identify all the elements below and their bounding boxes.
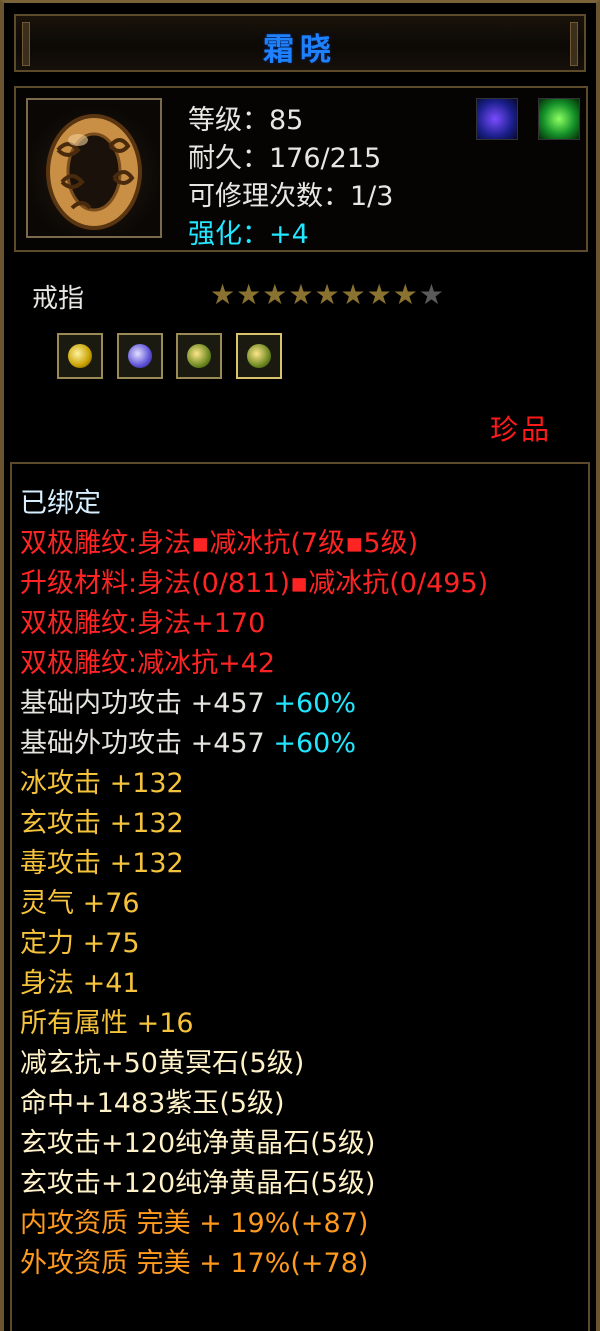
star-icon: ★ [340, 278, 367, 311]
attribute-line: 毒攻击 +132 [20, 848, 184, 879]
attribute-line: 所有属性 +16 [20, 1008, 194, 1039]
attribute-line: 玄攻击 +132 [20, 808, 184, 839]
gem-line: 玄攻击+120纯净黄晶石(5级) [20, 1128, 376, 1159]
rarity-label: 珍品 [489, 413, 552, 446]
green-dragon-buff-icon [538, 98, 580, 140]
attribute-line: 身法 +41 [20, 968, 140, 999]
attribute-line: 冰攻击 +132 [20, 768, 184, 799]
star-icon: ★ [210, 278, 237, 311]
attribute-line: 灵气 +76 [20, 888, 140, 919]
star-empty-icon: ★ [418, 278, 445, 311]
base-outer-bonus: +60% [273, 728, 356, 759]
gem-line: 命中+1483紫玉(5级) [20, 1088, 285, 1119]
engrave-summary: 双极雕纹:身法▪减冰抗(7级▪5级) [20, 528, 419, 559]
purple-gem-icon[interactable] [117, 333, 163, 379]
green-gold-gem-icon[interactable] [176, 333, 222, 379]
base-attack-line: 基础外功攻击 +457 +60% [20, 724, 580, 764]
quality-line: 外攻资质 完美 + 17%(+78) [20, 1248, 369, 1279]
gem-line: 减玄抗+50黄冥石(5级) [20, 1048, 305, 1079]
star-icon: ★ [262, 278, 289, 311]
attribute-list: 已绑定 双极雕纹:身法▪减冰抗(7级▪5级) 升级材料:身法(0/811)▪减冰… [20, 484, 580, 1284]
item-name: 霜晓 [263, 32, 337, 68]
star-icon: ★ [392, 278, 419, 311]
item-type: 戒指 [32, 284, 85, 314]
attribute-line: 定力 +75 [20, 928, 140, 959]
base-inner-bonus: +60% [273, 688, 356, 719]
star-icon: ★ [366, 278, 393, 311]
green-gold-gem-icon[interactable] [236, 333, 282, 379]
yellow-gem-icon[interactable] [57, 333, 103, 379]
title-bar: 霜晓 [14, 14, 586, 72]
upgrade-material: 升级材料:身法(0/811)▪减冰抗(0/495) [20, 568, 489, 599]
level-text: 等级：85 [188, 105, 304, 136]
engrave-line: 双极雕纹:减冰抗+42 [20, 648, 276, 679]
quality-line: 内攻资质 完美 + 19%(+87) [20, 1208, 369, 1239]
star-icon: ★ [314, 278, 341, 311]
star-icon: ★ [236, 278, 263, 311]
gem-line: 玄攻击+120纯净黄晶石(5级) [20, 1168, 376, 1199]
base-inner-attack: 基础内功攻击 +457 [20, 688, 265, 719]
item-header-panel: 等级：85 耐久：176/215 可修理次数：1/3 强化：+4 [14, 86, 588, 252]
star-icon: ★ [288, 278, 315, 311]
star-rating: ★★★★★★★★★ [210, 278, 445, 311]
base-attack-line: 基础内功攻击 +457 +60% [20, 684, 580, 724]
enhance-text: 强化：+4 [188, 219, 309, 250]
repair-count-text: 可修理次数：1/3 [188, 181, 394, 212]
blue-dragon-buff-icon [476, 98, 518, 140]
bound-status: 已绑定 [20, 488, 101, 519]
engrave-line: 双极雕纹:身法+170 [20, 608, 266, 639]
durability-text: 耐久：176/215 [188, 143, 382, 174]
base-outer-attack: 基础外功攻击 +457 [20, 728, 265, 759]
gold-ring-icon [26, 98, 162, 238]
